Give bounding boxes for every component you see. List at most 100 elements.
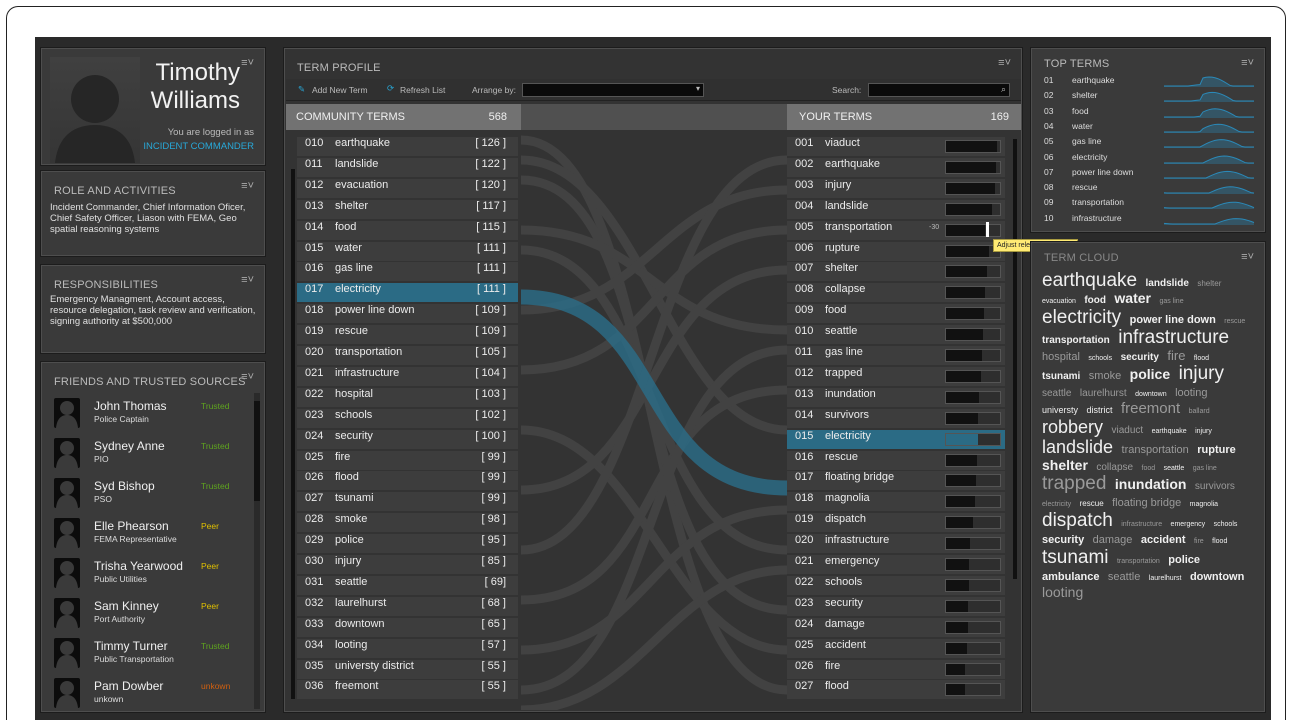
cloud-term[interactable]: damage xyxy=(1093,534,1133,546)
relevance-bar[interactable] xyxy=(945,140,1001,153)
menu-icon[interactable]: ≡˅ xyxy=(1241,251,1254,263)
cloud-term[interactable]: food xyxy=(1084,295,1106,306)
relevance-bar[interactable] xyxy=(945,495,1001,509)
your-term-row[interactable]: 019 dispatch xyxy=(787,513,1005,533)
your-term-row[interactable]: 023 security xyxy=(787,596,1005,616)
community-term-row[interactable]: 017 electricity [ 111 ] xyxy=(297,283,518,303)
your-term-row[interactable]: 003 injury xyxy=(787,178,1005,198)
community-term-row[interactable]: 028 smoke [ 98 ] xyxy=(297,513,518,533)
relevance-bar[interactable] xyxy=(945,202,1001,216)
cloud-term[interactable]: food xyxy=(1142,465,1156,472)
cloud-term[interactable]: magnolia xyxy=(1190,501,1218,508)
cloud-term[interactable]: rescue xyxy=(1080,499,1104,508)
your-term-row[interactable]: 022 schools xyxy=(787,575,1005,595)
your-term-row[interactable]: 017 floating bridge xyxy=(787,471,1005,491)
community-term-row[interactable]: 016 gas line [ 111 ] xyxy=(297,262,518,282)
cloud-term[interactable]: infrastructure xyxy=(1121,521,1162,528)
your-term-row[interactable]: 006 rupture xyxy=(787,241,1005,261)
friend-item[interactable]: Pam Dowber unkown unkown xyxy=(50,677,265,711)
your-term-row[interactable]: 012 trapped xyxy=(787,366,1005,386)
cloud-term[interactable]: fire xyxy=(1167,348,1185,363)
top-term-item[interactable]: 01 earthquake xyxy=(1044,75,1258,87)
community-term-row[interactable]: 019 rescue [ 109 ] xyxy=(297,325,518,345)
cloud-term[interactable]: landslide xyxy=(1042,437,1113,457)
community-term-row[interactable]: 025 fire [ 99 ] xyxy=(297,450,518,470)
relevance-bar[interactable] xyxy=(945,558,1001,571)
your-term-row[interactable]: 008 collapse xyxy=(787,283,1005,303)
refresh-button[interactable]: Refresh List xyxy=(400,85,445,95)
cloud-term[interactable]: injury xyxy=(1195,428,1212,435)
cloud-term[interactable]: seattle xyxy=(1164,465,1185,472)
community-term-row[interactable]: 022 hospital [ 103 ] xyxy=(297,387,518,407)
cloud-term[interactable]: looting xyxy=(1175,387,1207,400)
menu-icon[interactable]: ≡˅ xyxy=(998,57,1011,69)
friend-item[interactable]: Sydney Anne PIO Trusted xyxy=(50,437,265,471)
relevance-bar[interactable] xyxy=(945,474,1001,488)
cloud-term[interactable]: hospital xyxy=(1042,351,1080,363)
relevance-bar[interactable] xyxy=(945,662,1001,676)
add-term-icon[interactable]: ✎ xyxy=(298,84,305,95)
cloud-term[interactable]: laurelhurst xyxy=(1149,575,1182,582)
cloud-term[interactable]: infrastructure xyxy=(1118,327,1229,348)
menu-icon[interactable]: ≡˅ xyxy=(241,180,254,192)
cloud-term[interactable]: rescue xyxy=(1224,318,1245,325)
slider-handle-icon[interactable] xyxy=(986,221,989,237)
cloud-term[interactable]: downtown xyxy=(1190,571,1244,583)
relevance-bar[interactable] xyxy=(945,537,1001,551)
menu-icon[interactable]: ≡˅ xyxy=(1241,57,1254,69)
relevance-bar[interactable] xyxy=(945,349,1001,362)
community-term-row[interactable]: 031 seattle [ 69] xyxy=(297,575,518,595)
relevance-bar[interactable] xyxy=(945,432,1001,446)
cloud-term[interactable]: police xyxy=(1130,366,1170,382)
top-term-item[interactable]: 08 rescue xyxy=(1044,182,1258,195)
your-term-row[interactable]: 014 survivors xyxy=(787,408,1005,428)
cloud-term[interactable]: gas line xyxy=(1193,465,1217,472)
top-term-item[interactable]: 09 transportation xyxy=(1044,197,1258,210)
community-term-row[interactable]: 034 looting [ 57 ] xyxy=(297,638,518,658)
top-term-item[interactable]: 03 food xyxy=(1044,106,1258,118)
relevance-bar[interactable] xyxy=(945,641,1001,655)
cloud-term[interactable]: evacuation xyxy=(1042,298,1076,305)
add-term-button[interactable]: Add New Term xyxy=(312,85,368,95)
community-term-row[interactable]: 033 downtown [ 65 ] xyxy=(297,617,518,637)
cloud-term[interactable]: injury xyxy=(1179,363,1224,384)
your-term-row[interactable]: 020 infrastructure xyxy=(787,534,1005,554)
community-term-row[interactable]: 030 injury [ 85 ] xyxy=(297,555,518,574)
cloud-term[interactable]: gas line xyxy=(1159,298,1183,305)
cloud-term[interactable]: power line down xyxy=(1130,314,1216,326)
cloud-term[interactable]: security xyxy=(1042,534,1084,546)
cloud-term[interactable]: seattle xyxy=(1042,388,1071,400)
cloud-term[interactable]: flood xyxy=(1194,355,1209,362)
cloud-term[interactable]: accident xyxy=(1141,534,1186,546)
friend-item[interactable]: Elle Phearson FEMA Representative Peer xyxy=(50,517,265,551)
relevance-bar[interactable] xyxy=(945,620,1001,634)
cloud-term[interactable]: rupture xyxy=(1197,444,1236,456)
search-input[interactable]: ⌕ xyxy=(868,83,1010,97)
cloud-term[interactable]: fire xyxy=(1194,538,1204,545)
top-term-item[interactable]: 07 power line down xyxy=(1044,167,1258,179)
cloud-term[interactable]: shelter xyxy=(1042,457,1088,473)
cloud-term[interactable]: seattle xyxy=(1108,571,1140,583)
your-term-row[interactable]: 005 transportation -30 xyxy=(787,220,1005,240)
community-term-row[interactable]: 010 earthquake [ 126 ] xyxy=(297,137,518,156)
your-term-row[interactable]: 010 seattle xyxy=(787,325,1005,345)
your-term-row[interactable]: 024 damage xyxy=(787,617,1005,637)
relevance-bar[interactable] xyxy=(945,411,1001,425)
cloud-term[interactable]: laurelhurst xyxy=(1080,388,1127,400)
community-term-row[interactable]: 018 power line down [ 109 ] xyxy=(297,304,518,324)
cloud-term[interactable]: smoke xyxy=(1089,370,1121,383)
relevance-bar[interactable] xyxy=(945,516,1001,530)
relevance-bar[interactable] xyxy=(945,683,1001,697)
cloud-term[interactable]: tsunami xyxy=(1042,547,1109,568)
community-term-row[interactable]: 015 water [ 111 ] xyxy=(297,241,518,261)
cloud-term[interactable]: district xyxy=(1086,405,1112,415)
cloud-term[interactable]: dispatch xyxy=(1042,510,1113,531)
cloud-term[interactable]: police xyxy=(1168,554,1200,566)
community-term-row[interactable]: 011 landslide [ 122 ] xyxy=(297,157,518,177)
relevance-bar[interactable] xyxy=(945,286,1001,300)
your-term-row[interactable]: 015 electricity xyxy=(787,429,1005,449)
top-term-item[interactable]: 06 electricity xyxy=(1044,152,1258,164)
relevance-bar[interactable] xyxy=(945,369,1001,383)
cloud-term[interactable]: schools xyxy=(1214,521,1238,528)
your-term-row[interactable]: 025 accident xyxy=(787,638,1005,658)
